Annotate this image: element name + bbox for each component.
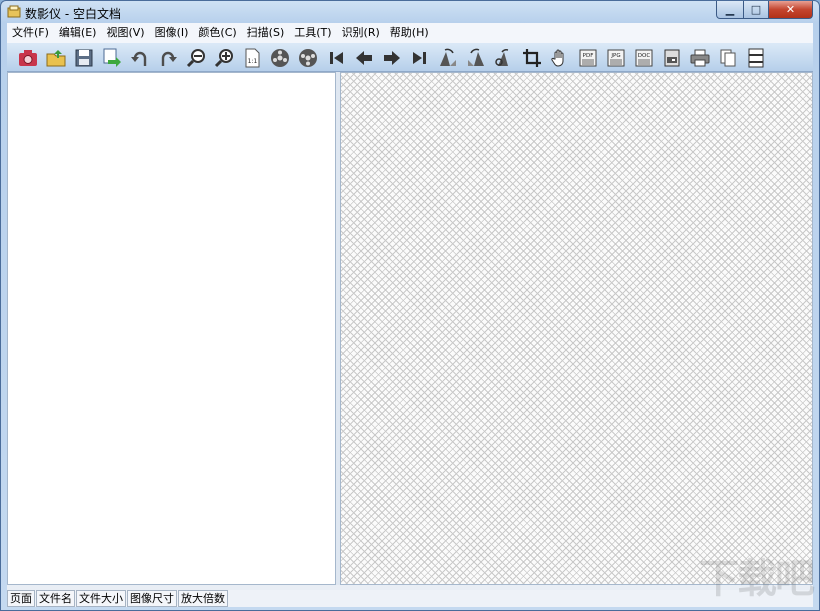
menu-bar: 文件(F) 编辑(E) 视图(V) 图像(I) 颜色(C) 扫描(S) 工具(T… <box>7 23 813 43</box>
rotate-left-button[interactable] <box>129 47 151 69</box>
zoom-out-button[interactable] <box>185 47 207 69</box>
deskew-right-button[interactable] <box>465 47 487 69</box>
open-button[interactable] <box>45 47 67 69</box>
menu-scan[interactable]: 扫描(S) <box>242 23 290 43</box>
printer-icon <box>690 49 710 67</box>
deskew-auto-icon <box>495 49 509 66</box>
rotate-right-button[interactable] <box>157 47 179 69</box>
save-doc-button[interactable]: DOC <box>633 47 655 69</box>
menu-image[interactable]: 图像(I) <box>150 23 194 43</box>
open-folder-icon <box>46 50 66 67</box>
title-bar[interactable]: 数影仪 - 空白文档 ▁ □ ✕ <box>1 1 819 23</box>
close-button[interactable]: ✕ <box>769 1 813 19</box>
status-page: 页面 <box>7 590 35 607</box>
hand-pan-icon <box>551 49 564 67</box>
zoom-in-icon <box>214 49 233 68</box>
minimize-button[interactable]: ▁ <box>716 1 744 19</box>
watermark-logo: 下载吧 <box>699 556 815 602</box>
camera-icon <box>19 50 37 66</box>
jpg-label: JPG <box>610 53 620 59</box>
maximize-button[interactable]: □ <box>744 1 769 19</box>
previous-icon <box>356 51 372 65</box>
first-page-icon <box>330 52 343 64</box>
image-canvas[interactable] <box>340 72 813 585</box>
page-layout-icon <box>748 48 764 68</box>
menu-tools[interactable]: 工具(T) <box>289 23 336 43</box>
caption-buttons: ▁ □ ✕ <box>716 1 813 19</box>
next-button[interactable] <box>381 47 403 69</box>
last-page-icon <box>413 52 426 64</box>
rotate-left-icon <box>131 51 147 66</box>
first-page-button[interactable] <box>325 47 347 69</box>
minimize-icon: ▁ <box>725 3 735 16</box>
save-jpg-button[interactable]: JPG <box>605 47 627 69</box>
pan-button[interactable] <box>549 47 571 69</box>
previous-button[interactable] <box>353 47 375 69</box>
export-button[interactable] <box>101 47 123 69</box>
film-reel-right-icon <box>299 49 317 67</box>
next-icon <box>384 51 400 65</box>
rotate-right-icon <box>161 51 177 66</box>
crop-icon <box>523 49 541 67</box>
window-title: 数影仪 - 空白文档 <box>25 7 121 21</box>
page-layout-button[interactable] <box>745 47 767 69</box>
menu-edit[interactable]: 编辑(E) <box>54 23 102 43</box>
scanner-button[interactable] <box>661 47 683 69</box>
app-window: 数影仪 - 空白文档 ▁ □ ✕ 文件(F) 编辑(E) 视图(V) 图像(I)… <box>0 0 820 611</box>
menu-view[interactable]: 视图(V) <box>101 23 149 43</box>
print-button[interactable] <box>689 47 711 69</box>
toolbar: 1:1 PDF JPG DOC <box>7 43 813 72</box>
menu-file[interactable]: 文件(F) <box>7 23 54 43</box>
reel-left-button[interactable] <box>269 47 291 69</box>
zoom-in-button[interactable] <box>213 47 235 69</box>
status-filesize: 文件大小 <box>76 590 126 607</box>
reel-right-button[interactable] <box>297 47 319 69</box>
save-button[interactable] <box>73 47 95 69</box>
jpg-icon: JPG <box>607 49 625 67</box>
copy-icon <box>720 49 736 67</box>
actual-size-icon: 1:1 <box>245 48 260 68</box>
actual-size-label: 1:1 <box>248 58 258 65</box>
deskew-auto-button[interactable] <box>493 47 515 69</box>
last-page-button[interactable] <box>409 47 431 69</box>
app-icon <box>7 5 21 18</box>
crop-button[interactable] <box>521 47 543 69</box>
zoom-out-icon <box>186 49 205 68</box>
doc-label: DOC <box>638 53 651 59</box>
status-bar: 页面 文件名 文件大小 图像尺寸 放大倍数 <box>7 590 813 607</box>
scanner-icon <box>664 49 680 67</box>
deskew-left-button[interactable] <box>437 47 459 69</box>
deskew-right-icon <box>468 48 484 66</box>
film-reel-left-icon <box>271 49 289 67</box>
pdf-icon: PDF <box>579 49 597 67</box>
actual-size-button[interactable]: 1:1 <box>241 47 263 69</box>
maximize-icon: □ <box>750 3 762 16</box>
save-pdf-button[interactable]: PDF <box>577 47 599 69</box>
menu-color[interactable]: 颜色(C) <box>193 23 241 43</box>
close-icon: ✕ <box>785 3 796 16</box>
status-filename: 文件名 <box>36 590 75 607</box>
camera-button[interactable] <box>17 47 39 69</box>
status-image-size: 图像尺寸 <box>127 590 177 607</box>
status-zoom: 放大倍数 <box>178 590 228 607</box>
save-icon <box>75 49 93 67</box>
pdf-label: PDF <box>583 53 594 59</box>
copy-button[interactable] <box>717 47 739 69</box>
menu-recognize[interactable]: 识别(R) <box>337 23 385 43</box>
doc-icon: DOC <box>635 49 653 67</box>
thumbnail-panel[interactable] <box>7 72 336 585</box>
export-icon <box>103 48 121 67</box>
deskew-left-icon <box>440 48 456 66</box>
menu-help[interactable]: 帮助(H) <box>385 23 434 43</box>
